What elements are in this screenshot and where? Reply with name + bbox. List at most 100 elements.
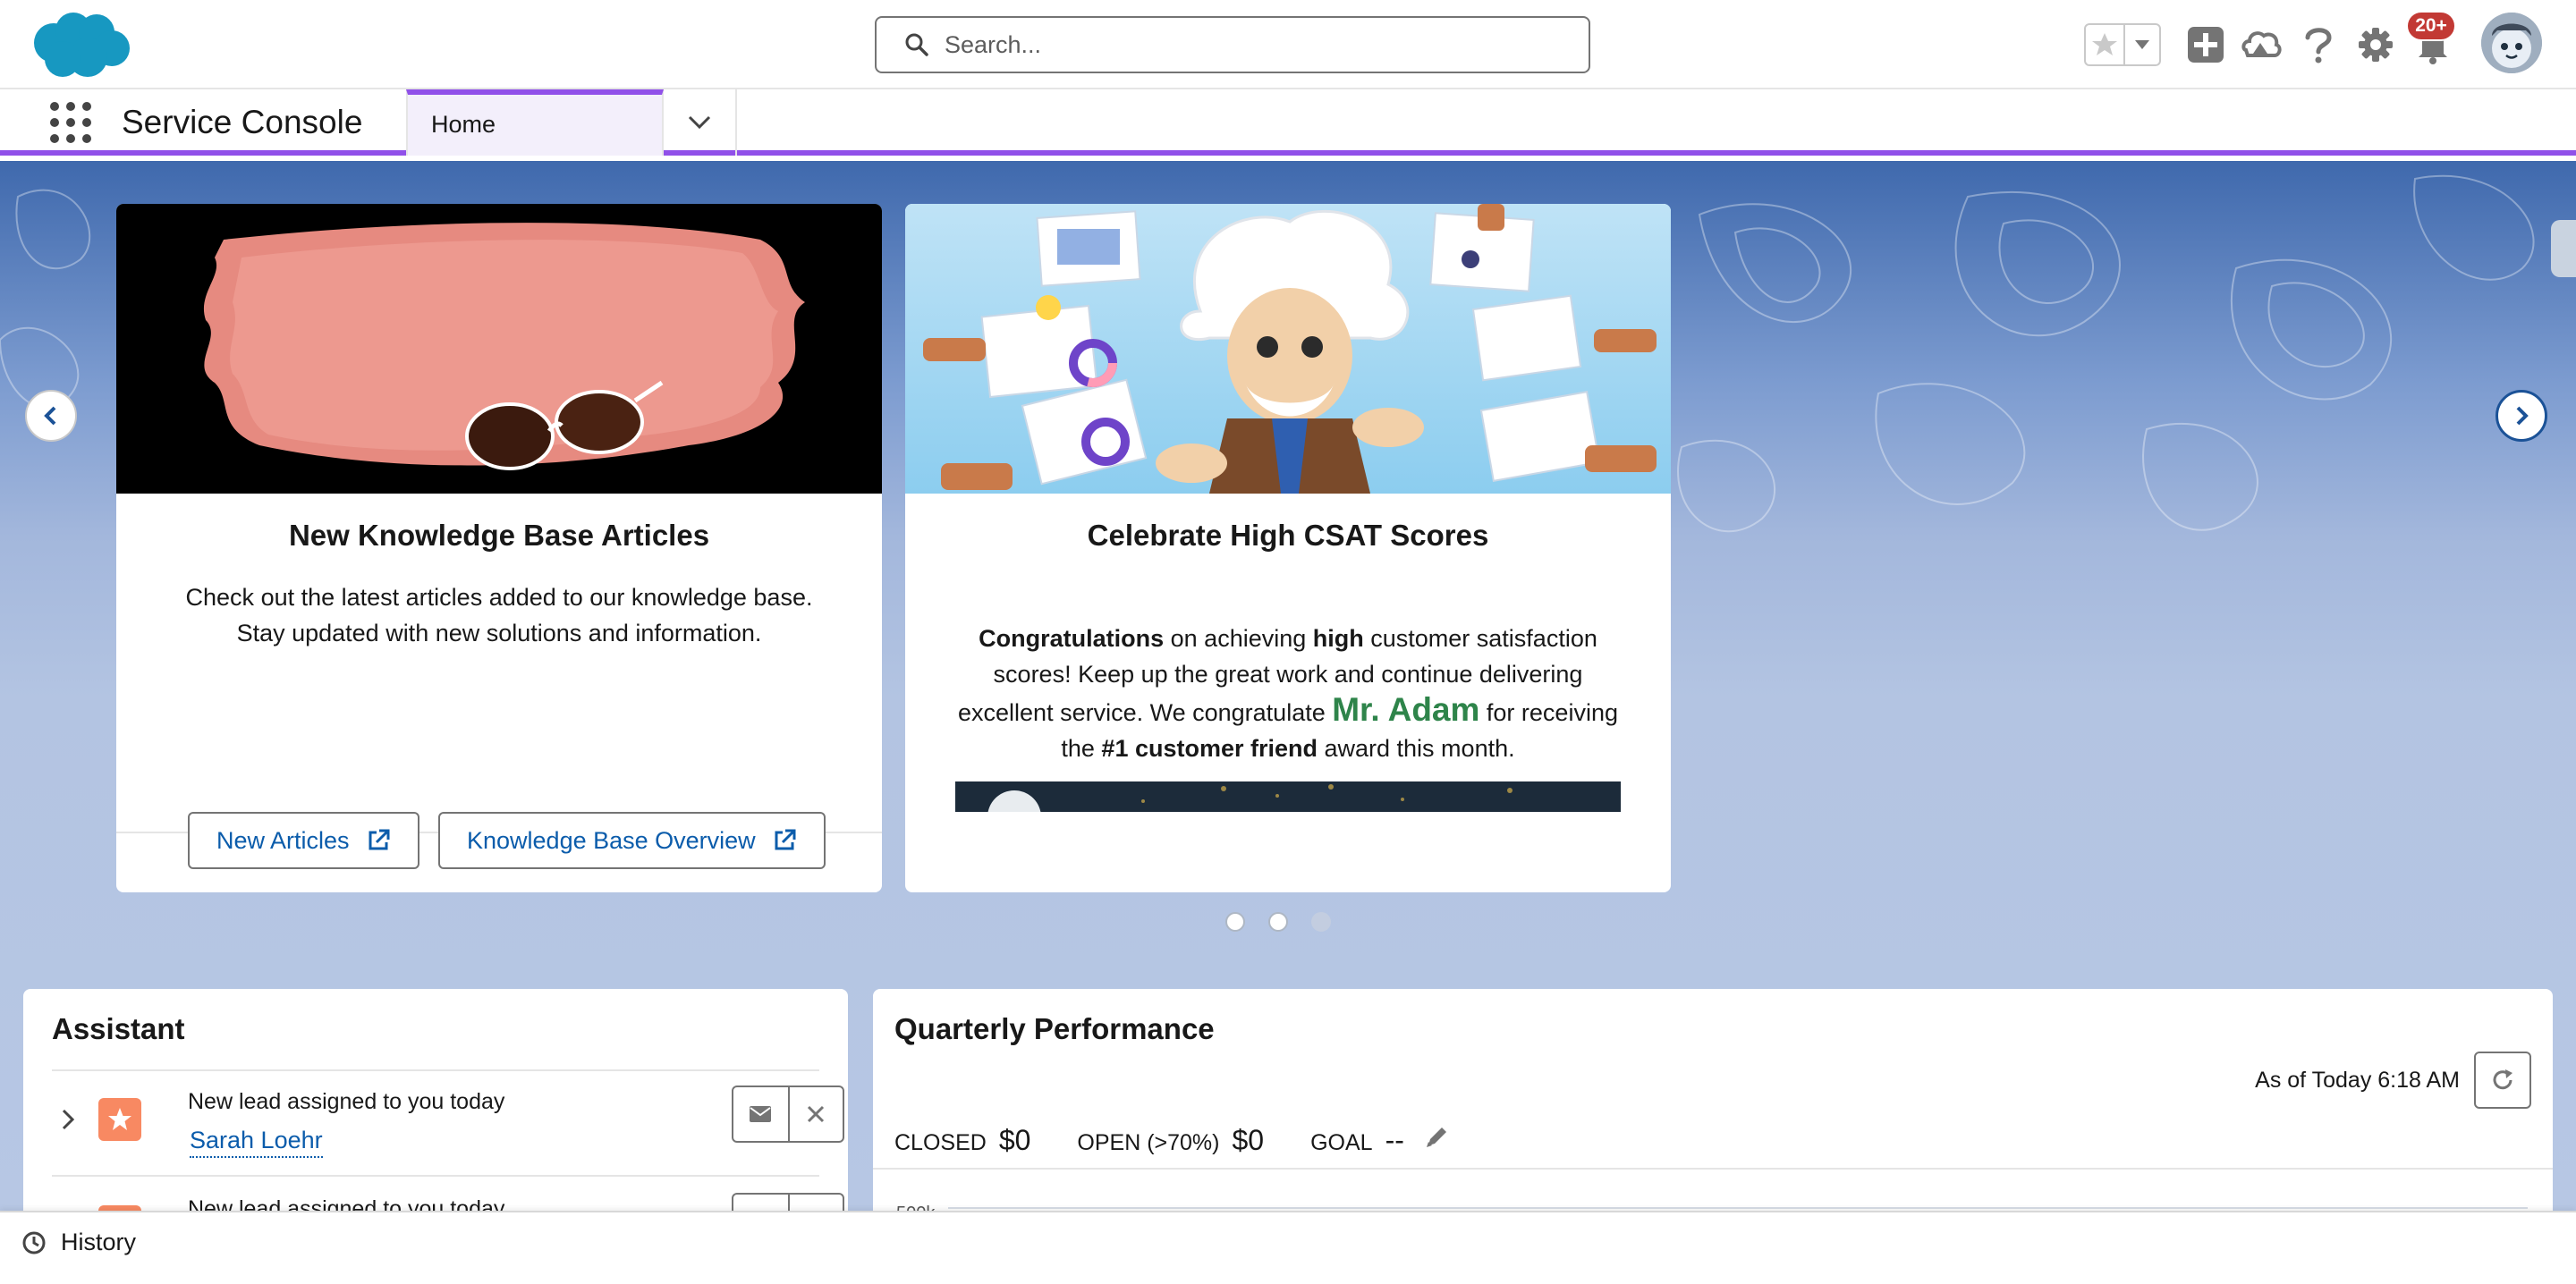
dismiss-button[interactable]	[787, 1087, 843, 1141]
knowledge-base-image	[116, 204, 882, 494]
assistant-item-text: New lead assigned to you today	[188, 1196, 505, 1211]
celebration-video[interactable]	[955, 781, 1621, 844]
honoree-name: Mr. Adam	[1332, 691, 1480, 728]
utility-bar: History	[0, 1211, 2576, 1284]
app-launcher-dot	[50, 134, 59, 143]
goal-label: GOAL	[1310, 1130, 1373, 1155]
expand-item-button[interactable]	[52, 1103, 84, 1136]
carousel-page-1-dot[interactable]	[1225, 912, 1245, 932]
search-input[interactable]	[945, 30, 1553, 59]
clock-icon	[22, 1231, 46, 1254]
goal-value: --	[1385, 1124, 1404, 1156]
chevron-right-icon	[2516, 406, 2529, 426]
text-part: on achieving	[1164, 625, 1313, 652]
global-actions-button[interactable]	[2184, 23, 2227, 66]
as-of-timestamp: As of Today 6:18 AM	[2255, 1068, 2460, 1093]
setup-button[interactable]	[2354, 23, 2397, 66]
assistant-item: New lead assigned to you today	[52, 1178, 844, 1211]
tab-home[interactable]: Home	[406, 89, 664, 156]
app-launcher-dot	[66, 118, 75, 127]
dismiss-button[interactable]	[787, 1195, 843, 1211]
carousel-next-button[interactable]	[2496, 390, 2547, 442]
assistant-item: New lead assigned to you today Sarah Loe…	[52, 1071, 844, 1177]
navigation-menu-button[interactable]	[664, 89, 737, 156]
closed-label: CLOSED	[894, 1130, 987, 1155]
card-title: New Knowledge Base Articles	[288, 519, 710, 552]
search-icon	[905, 33, 928, 56]
global-search[interactable]	[875, 16, 1590, 73]
app-launcher-dot	[82, 134, 91, 143]
app-launcher-button[interactable]	[50, 102, 91, 143]
assistant-item-actions	[732, 1193, 844, 1211]
csat-card: Celebrate High CSAT Scores Congratulatio…	[905, 204, 1671, 892]
refresh-icon	[2493, 1069, 2512, 1090]
close-icon	[808, 1105, 825, 1123]
knowledge-base-overview-button[interactable]: Knowledge Base Overview	[438, 812, 826, 869]
side-panel-toggle[interactable]	[2551, 220, 2576, 277]
favorites-list-button[interactable]	[2125, 25, 2159, 64]
astro-avatar-icon	[2481, 13, 2542, 73]
quarterly-performance-panel: Quarterly Performance As of Today 6:18 A…	[873, 989, 2553, 1211]
salesforce-logo[interactable]	[27, 7, 134, 82]
assistant-panel: Assistant New lead assigned to you today…	[23, 989, 848, 1211]
refresh-button[interactable]	[2474, 1052, 2531, 1109]
favorites-button[interactable]	[2086, 25, 2125, 64]
closed-value: $0	[998, 1124, 1031, 1156]
email-icon	[750, 1106, 772, 1122]
chevron-down-icon	[688, 115, 711, 130]
chart-axis-label: 500k	[896, 1204, 935, 1211]
carousel-page-3-dot[interactable]	[1311, 912, 1331, 932]
assistant-title: Assistant	[52, 1012, 185, 1045]
knowledge-base-overview-label: Knowledge Base Overview	[467, 826, 756, 854]
star-person-icon	[108, 1108, 131, 1130]
assistant-item-actions	[732, 1085, 844, 1143]
send-email-button[interactable]	[733, 1195, 788, 1211]
card-description: Check out the latest articles added to o…	[185, 584, 813, 646]
assistant-item-text: New lead assigned to you today	[188, 1089, 505, 1114]
star-icon	[2092, 33, 2117, 55]
history-utility-button[interactable]: History	[21, 1229, 136, 1256]
app-launcher-dot	[66, 134, 75, 143]
award-name: #1 customer friend	[1101, 735, 1318, 762]
einstein-celebration-image	[905, 204, 1671, 494]
notification-count-badge: 20+	[2406, 11, 2456, 41]
external-link-icon	[775, 829, 796, 850]
help-icon	[2305, 28, 2332, 63]
divider	[873, 1168, 2553, 1170]
knowledge-base-card: New Knowledge Base Articles Check out th…	[116, 204, 882, 892]
new-articles-button[interactable]: New Articles	[188, 812, 419, 869]
edit-goal-icon[interactable]	[1424, 1123, 1451, 1150]
caret-down-icon	[2135, 40, 2149, 49]
send-email-button[interactable]	[733, 1087, 788, 1141]
text-high: high	[1312, 625, 1364, 652]
gear-icon	[2359, 28, 2393, 62]
help-button[interactable]	[2297, 23, 2340, 66]
open-value: $0	[1232, 1124, 1265, 1156]
chevron-left-icon	[44, 406, 56, 426]
open-label: OPEN (>70%)	[1077, 1130, 1220, 1155]
card-title: Celebrate High CSAT Scores	[1087, 519, 1489, 552]
add-icon	[2188, 27, 2224, 63]
app-launcher-dot	[82, 102, 91, 111]
trailhead-button[interactable]	[2240, 23, 2283, 66]
app-launcher-dot	[50, 102, 59, 111]
text-congratulations: Congratulations	[979, 625, 1165, 652]
new-articles-label: New Articles	[216, 826, 350, 854]
app-name: Service Console	[122, 104, 363, 140]
quarterly-performance-title: Quarterly Performance	[894, 1012, 1215, 1045]
carousel-previous-button[interactable]	[25, 390, 77, 442]
card-description: Congratulations on achieving high custom…	[950, 621, 1626, 766]
user-avatar[interactable]	[2481, 13, 2542, 73]
history-label: History	[61, 1229, 137, 1255]
app-launcher-dot	[66, 102, 75, 111]
chevron-right-icon	[62, 1109, 75, 1130]
carousel-page-2-dot[interactable]	[1268, 912, 1288, 932]
performance-metrics: CLOSED $0 OPEN (>70%) $0 GOAL --	[894, 1123, 1451, 1157]
trailhead-icon	[2241, 31, 2282, 57]
video-frame-image	[955, 781, 1621, 844]
navigation-bar: Service Console Home	[0, 89, 2576, 156]
external-link-icon	[369, 829, 390, 850]
app-launcher-dot	[50, 118, 59, 127]
lead-link[interactable]: Sarah Loehr	[190, 1127, 323, 1158]
text-part: award this month.	[1318, 735, 1515, 762]
